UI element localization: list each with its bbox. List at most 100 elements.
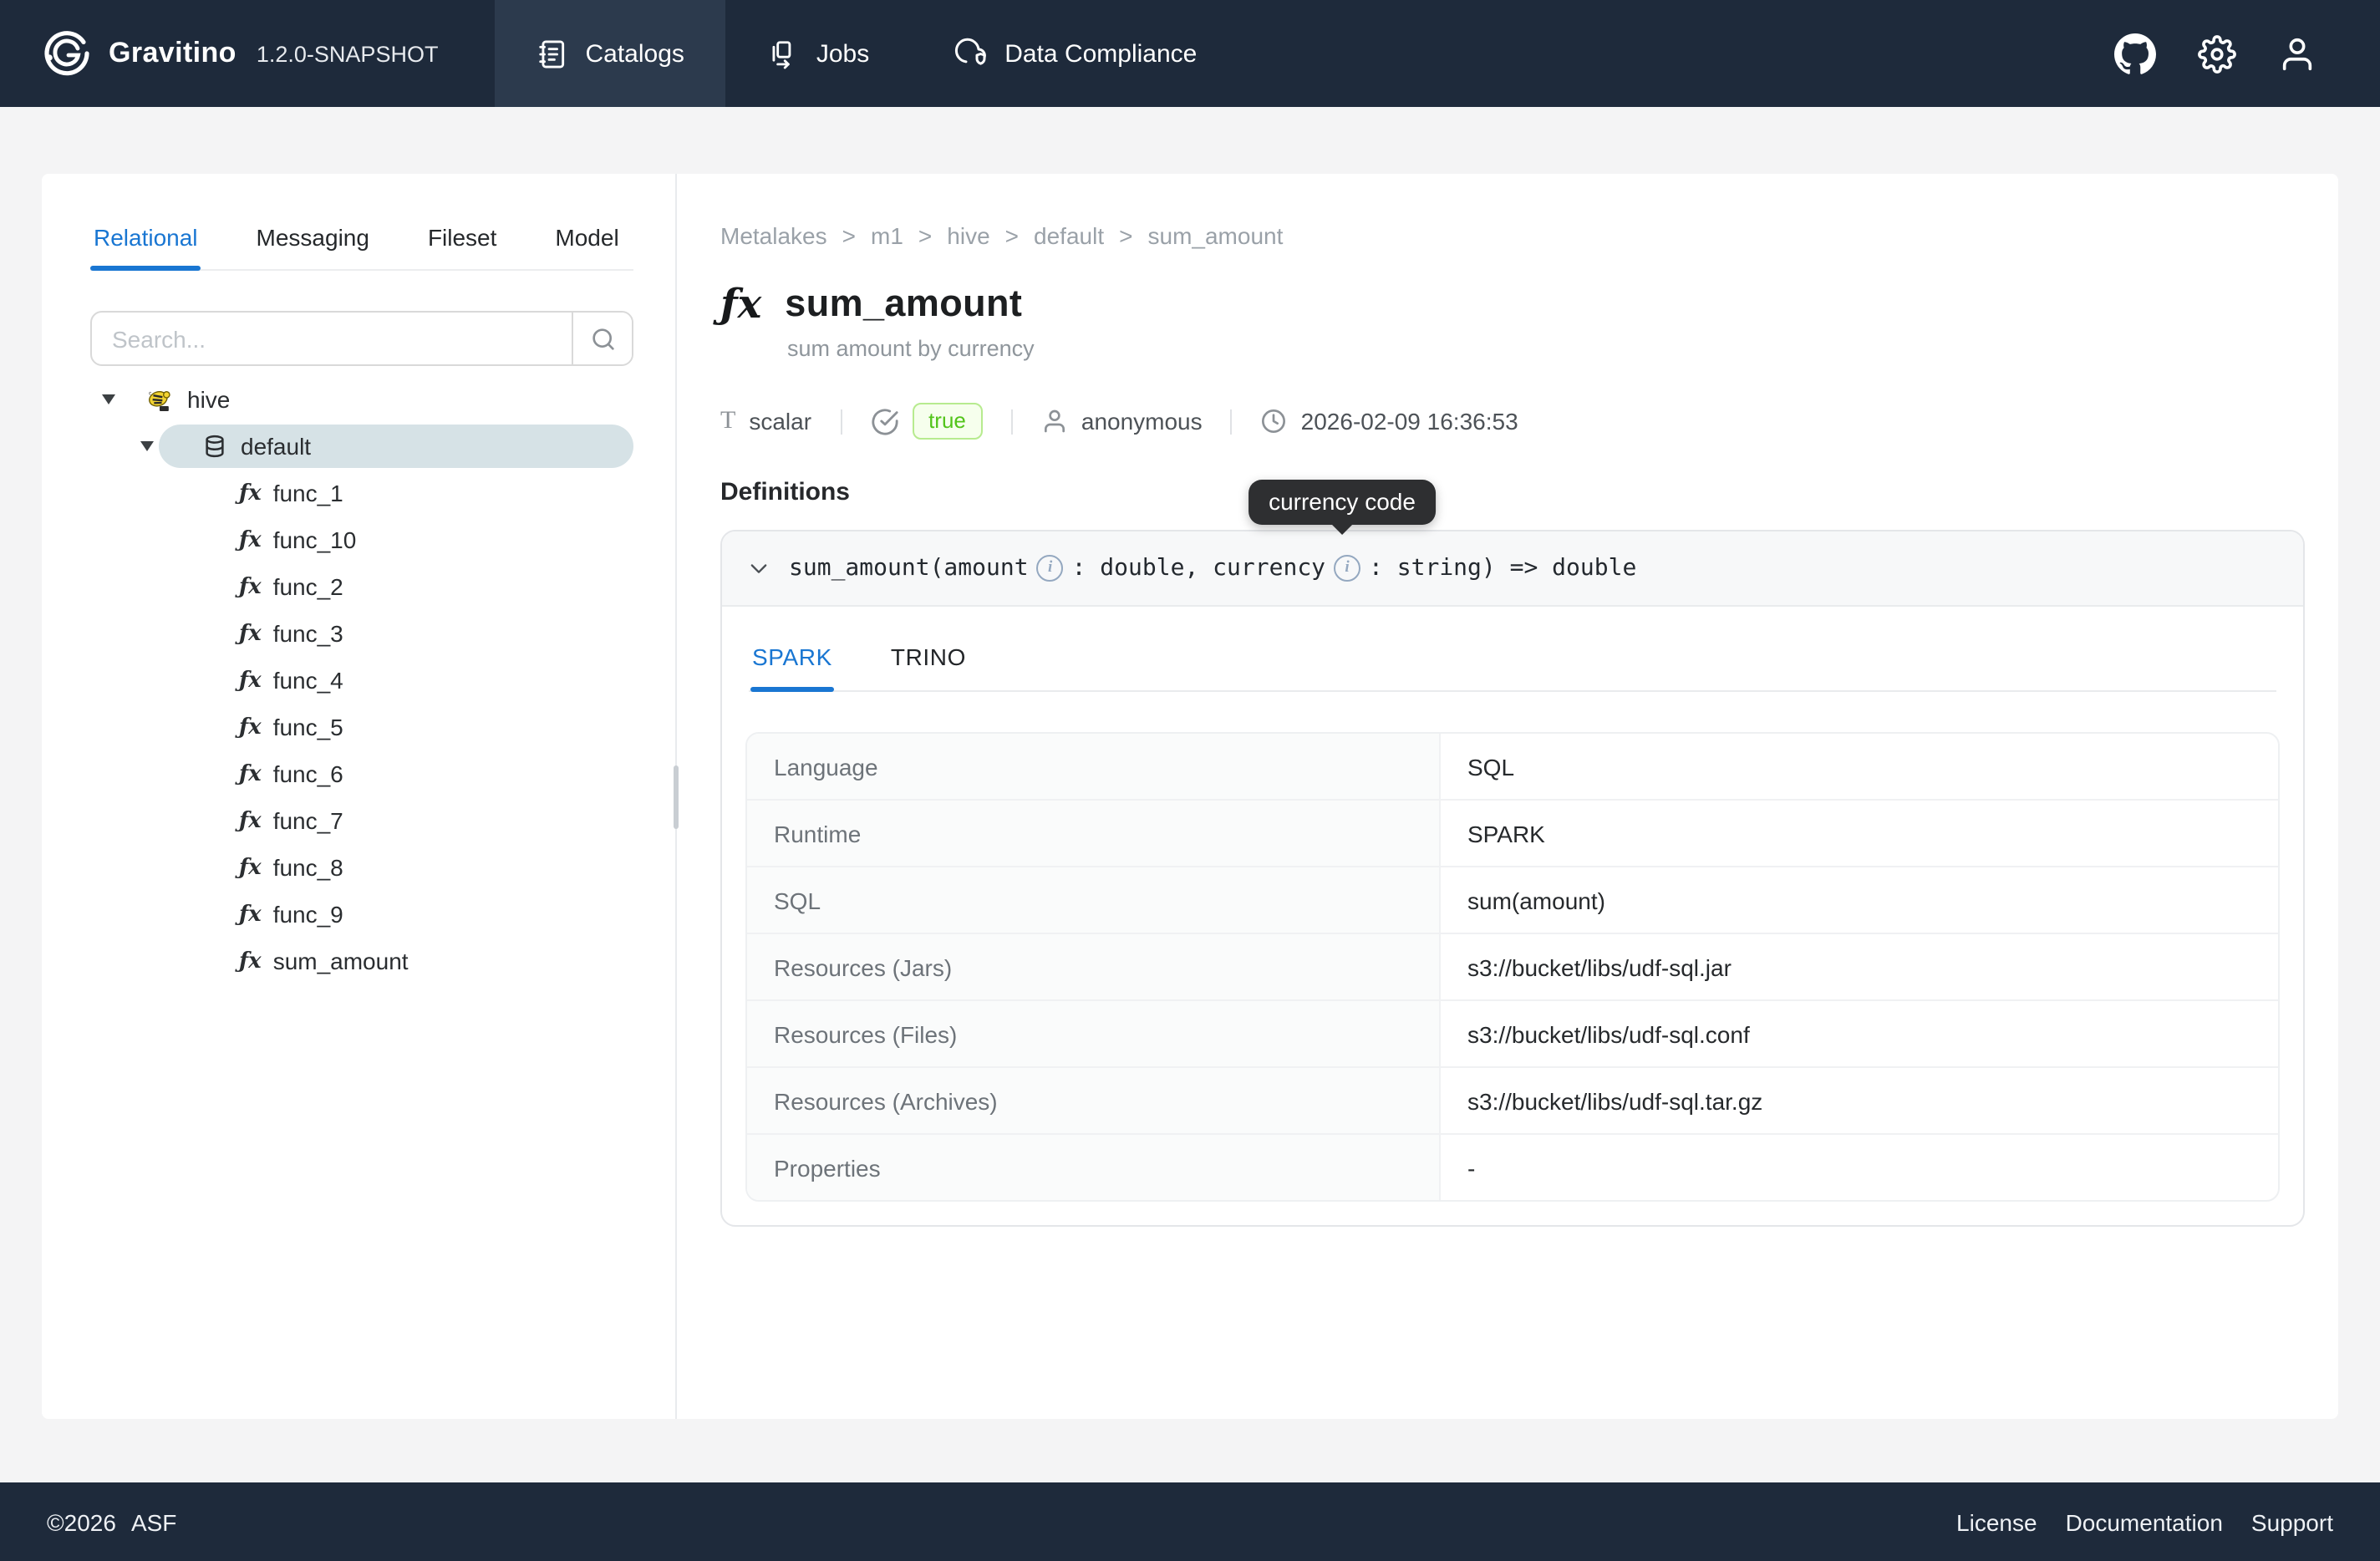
meta-type-value: scalar xyxy=(749,408,811,435)
row-value: s3://bucket/libs/udf-sql.conf xyxy=(1441,1001,2278,1066)
tree-item-catalog[interactable]: hive xyxy=(42,378,675,421)
footer-link-support[interactable]: Support xyxy=(2251,1508,2333,1535)
search-button[interactable] xyxy=(572,313,632,364)
tree-item-function-sum-amount[interactable]: ƒx sum_amount xyxy=(42,939,675,983)
tab-model[interactable]: Model xyxy=(552,224,622,269)
tree-item-function[interactable]: ƒx func_2 xyxy=(42,565,675,608)
tree-item-function[interactable]: ƒx func_5 xyxy=(42,705,675,749)
breadcrumb-separator: > xyxy=(918,222,932,249)
user-icon[interactable] xyxy=(2278,34,2316,73)
divider xyxy=(840,409,842,434)
settings-icon[interactable] xyxy=(2198,34,2236,73)
function-icon: ƒx xyxy=(239,950,262,972)
tree-item-function[interactable]: ƒx func_8 xyxy=(42,846,675,889)
app-root: Gravitino 1.2.0-SNAPSHOT Catalogs xyxy=(0,0,2380,1561)
tree-item-schema-selected[interactable]: default xyxy=(42,425,675,468)
function-icon: ƒx xyxy=(239,529,262,551)
caret-down-icon[interactable] xyxy=(140,441,154,451)
page-title: sum_amount xyxy=(785,282,1022,326)
tree-function-label: func_2 xyxy=(273,573,343,600)
meta-owner: anonymous xyxy=(1041,408,1203,435)
check-circle-icon xyxy=(870,407,898,435)
tree-schema-label: default xyxy=(241,433,311,460)
nav-item-label: Jobs xyxy=(816,39,869,68)
breadcrumb-metalakes[interactable]: Metalakes xyxy=(720,222,827,249)
database-icon xyxy=(202,433,227,460)
github-icon[interactable] xyxy=(2114,33,2156,74)
nav-item-data-compliance[interactable]: Data Compliance xyxy=(911,0,1238,107)
row-value: s3://bucket/libs/udf-sql.jar xyxy=(1441,934,2278,999)
footer-link-documentation[interactable]: Documentation xyxy=(2066,1508,2223,1535)
info-icon[interactable]: i xyxy=(1037,555,1064,582)
row-value: SQL xyxy=(1441,734,2278,799)
page-title-row: ƒx sum_amount xyxy=(720,282,2338,326)
caret-down-icon[interactable] xyxy=(102,394,115,404)
tab-messaging[interactable]: Messaging xyxy=(253,224,373,269)
row-value: s3://bucket/libs/udf-sql.tar.gz xyxy=(1441,1068,2278,1133)
meta-owner-value: anonymous xyxy=(1081,408,1203,435)
tab-relational[interactable]: Relational xyxy=(90,224,201,269)
tree-item-function[interactable]: ƒx func_1 xyxy=(42,471,675,515)
definition-panel: currency code sum_amount(amount i : doub… xyxy=(720,530,2305,1227)
page-subtitle: sum amount by currency xyxy=(720,336,2338,361)
table-row: Properties - xyxy=(747,1133,2278,1200)
tree-item-function[interactable]: ƒx func_3 xyxy=(42,612,675,655)
tree-item-function[interactable]: ƒx func_10 xyxy=(42,518,675,562)
function-icon: ƒx xyxy=(239,482,262,504)
search-input[interactable] xyxy=(92,313,572,364)
nav-item-label: Data Compliance xyxy=(1004,39,1197,68)
tree-item-function[interactable]: ƒx func_9 xyxy=(42,892,675,936)
tree-item-function[interactable]: ƒx func_4 xyxy=(42,658,675,702)
gravitino-logo-icon xyxy=(42,28,92,79)
brand[interactable]: Gravitino 1.2.0-SNAPSHOT xyxy=(0,0,495,107)
tab-spark[interactable]: SPARK xyxy=(750,633,834,690)
row-label: Language xyxy=(747,734,1441,799)
tree-catalog-label: hive xyxy=(187,386,230,413)
info-icon[interactable]: i xyxy=(1334,555,1360,582)
breadcrumb-separator: > xyxy=(842,222,856,249)
tree-item-function[interactable]: ƒx func_6 xyxy=(42,752,675,796)
breadcrumb-separator: > xyxy=(1005,222,1019,249)
user-icon xyxy=(1041,408,1068,435)
navbar-right-icons xyxy=(2114,0,2380,107)
search-box xyxy=(90,311,633,366)
divider xyxy=(1231,409,1233,434)
tree-function-label: func_3 xyxy=(273,620,343,647)
tab-fileset[interactable]: Fileset xyxy=(425,224,500,269)
definition-body: SPARK TRINO Language SQL Runtime SPARK xyxy=(722,633,2303,1225)
tree-function-label: func_4 xyxy=(273,667,343,694)
tab-trino[interactable]: TRINO xyxy=(889,633,968,690)
signature-part: : double, currency xyxy=(1072,555,1325,582)
definition-header[interactable]: sum_amount(amount i : double, currency i… xyxy=(722,531,2303,607)
meta-row: T scalar true xyxy=(720,403,2338,440)
tree-function-label: func_6 xyxy=(273,760,343,787)
tooltip: currency code xyxy=(1248,480,1436,525)
search-icon xyxy=(589,325,616,352)
tree-function-label: func_7 xyxy=(273,807,343,834)
breadcrumb-function[interactable]: sum_amount xyxy=(1148,222,1284,249)
sidebar-tabs: Relational Messaging Fileset Model xyxy=(90,224,633,271)
footer-link-license[interactable]: License xyxy=(1956,1508,2037,1535)
tree-function-label: func_10 xyxy=(273,526,357,553)
breadcrumb-metalake[interactable]: m1 xyxy=(871,222,903,249)
tree-function-label: func_8 xyxy=(273,854,343,881)
function-icon: ƒx xyxy=(720,284,761,324)
tree-item-function[interactable]: ƒx func_7 xyxy=(42,799,675,842)
footer-links: License Documentation Support xyxy=(1956,1508,2333,1535)
nav-item-jobs[interactable]: Jobs xyxy=(726,0,911,107)
data-compliance-icon xyxy=(953,37,988,70)
row-label: Resources (Jars) xyxy=(747,934,1441,999)
function-icon: ƒx xyxy=(239,716,262,738)
nav-item-catalogs[interactable]: Catalogs xyxy=(495,0,725,107)
row-label: Properties xyxy=(747,1135,1441,1200)
tree-function-label: sum_amount xyxy=(273,948,409,974)
breadcrumb-schema[interactable]: default xyxy=(1034,222,1104,249)
breadcrumb-catalog[interactable]: hive xyxy=(947,222,989,249)
selected-schema-pill[interactable]: default xyxy=(159,425,633,468)
divider xyxy=(1011,409,1013,434)
row-value: SPARK xyxy=(1441,801,2278,866)
breadcrumb-separator: > xyxy=(1119,222,1132,249)
tree-function-label: func_1 xyxy=(273,480,343,506)
function-signature: sum_amount(amount i : double, currency i… xyxy=(789,555,1636,582)
chevron-down-icon[interactable] xyxy=(747,557,770,580)
